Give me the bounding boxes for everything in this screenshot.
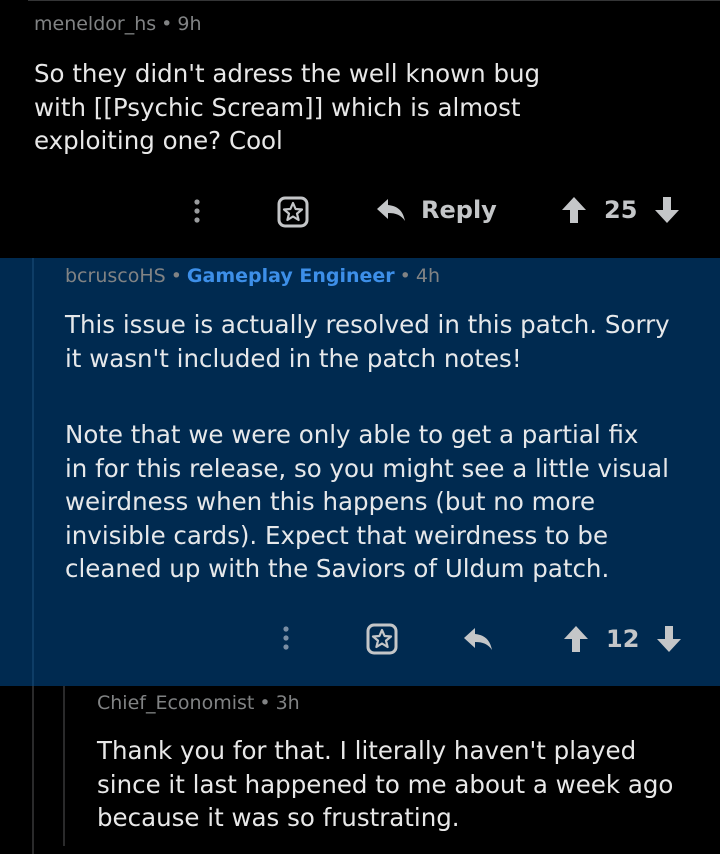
award-icon xyxy=(366,623,398,655)
vote-score: 25 xyxy=(604,196,638,224)
author-flair: Gameplay Engineer xyxy=(186,265,395,287)
comment-chief-economist: Chief_Economist • 3h Thank you for that. I… xyxy=(0,686,720,854)
comment-line: with [[Psychic Scream]] which is almost xyxy=(34,92,521,122)
vote-score: 12 xyxy=(606,625,640,653)
more-options-button[interactable] xyxy=(190,196,204,226)
comment-line: This issue is actually resolved in this … xyxy=(65,310,670,339)
author-name[interactable]: Chief_Economist xyxy=(97,692,254,714)
comment-line: in for this release, so you might see a … xyxy=(65,453,669,483)
reply-button[interactable]: Reply xyxy=(375,195,497,225)
comment-line: invisible cards). Expect that weirdness … xyxy=(65,520,609,550)
downvote-arrow-icon[interactable] xyxy=(653,195,681,225)
comment-line: Thank you for that. I literally haven't … xyxy=(97,736,637,765)
reply-label: Reply xyxy=(421,196,497,224)
comment-paragraph-2: Note that we were only able to get a par… xyxy=(65,418,669,586)
meta-separator: • xyxy=(161,13,173,35)
comment-meneldor: meneldor_hs • 9h So they didn't adress the… xyxy=(0,0,720,258)
comment-bcrusco: bcruscoHS • Gameplay Engineer • 4h This issu… xyxy=(0,258,720,686)
author-name[interactable]: bcruscoHS xyxy=(65,265,166,287)
comment-line: because it was so frustrating. xyxy=(97,803,460,832)
comment-line: So they didn't adress the well known bug xyxy=(34,59,541,88)
meta-separator: • xyxy=(170,265,182,287)
reply-button[interactable] xyxy=(462,624,494,654)
comment-line: since it last happened to me about a wee… xyxy=(97,769,674,799)
reply-arrow-icon xyxy=(464,628,492,650)
comment-body: So they didn't adress the well known bug… xyxy=(34,57,540,158)
meta-separator: • xyxy=(399,265,411,287)
comment-line: exploiting one? Cool xyxy=(34,126,283,155)
thread-line[interactable] xyxy=(32,258,34,686)
comment-body: Thank you for that. I literally haven't … xyxy=(97,734,673,835)
comment-line: Note that we were only able to get a par… xyxy=(65,420,639,449)
more-vertical-icon xyxy=(283,626,289,650)
comment-meta: bcruscoHS • Gameplay Engineer • 4h xyxy=(65,265,440,287)
comment-meta: Chief_Economist • 3h xyxy=(97,692,300,714)
vote-controls: 25 xyxy=(560,195,681,225)
comment-line: it wasn't included in the patch notes! xyxy=(65,343,522,373)
comment-meta: meneldor_hs • 9h xyxy=(34,13,202,35)
award-button[interactable] xyxy=(366,623,398,655)
award-button[interactable] xyxy=(277,196,309,228)
comment-paragraph-1: This issue is actually resolved in this … xyxy=(65,308,670,375)
comment-age: 3h xyxy=(275,692,300,714)
upvote-arrow-icon[interactable] xyxy=(560,195,588,225)
comment-age: 4h xyxy=(415,265,441,287)
more-options-button[interactable] xyxy=(279,623,293,653)
award-icon xyxy=(277,196,309,228)
meta-separator: • xyxy=(259,692,271,714)
comment-line: cleaned up with the Saviors of Uldum pat… xyxy=(65,554,610,583)
author-name[interactable]: meneldor_hs xyxy=(34,13,156,35)
downvote-arrow-icon[interactable] xyxy=(655,624,683,654)
comment-line: weirdness when this happens (but no more xyxy=(65,487,596,516)
comment-age: 9h xyxy=(177,13,202,35)
thread-line[interactable] xyxy=(63,686,65,846)
more-vertical-icon xyxy=(194,199,200,223)
top-divider xyxy=(28,0,720,1)
thread-line[interactable] xyxy=(32,686,34,854)
upvote-arrow-icon[interactable] xyxy=(562,624,590,654)
vote-controls: 12 xyxy=(562,624,683,654)
reply-arrow-icon xyxy=(377,199,405,221)
